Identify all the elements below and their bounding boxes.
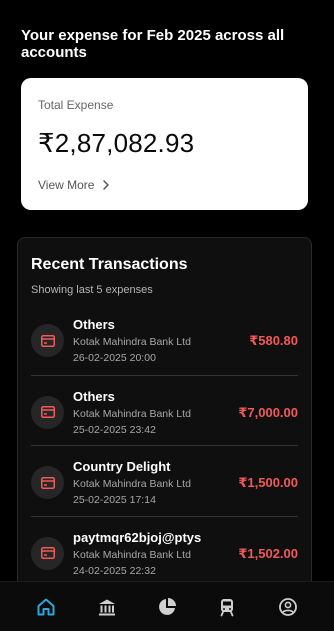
transaction-name: Country Delight (73, 459, 171, 474)
transaction-date: 26-02-2025 20:00 (73, 352, 156, 364)
recent-transactions-card: Recent Transactions Showing last 5 expen… (17, 237, 312, 597)
transaction-amount: ₹7,000.00 (238, 404, 298, 420)
transaction-bank: Kotak Mahindra Bank Ltd (73, 478, 191, 490)
transaction-name: Others (73, 388, 115, 404)
transaction-bank: Kotak Mahindra Bank Ltd (73, 548, 191, 561)
view-more-link[interactable]: View More (38, 178, 110, 192)
transaction-name: paytmqr62bjoj@ptys (73, 529, 202, 545)
nav-bank[interactable] (94, 594, 120, 620)
transaction-row[interactable]: Others Kotak Mahindra Bank Ltd 26-02-202… (31, 304, 298, 375)
transaction-date: 24-02-2025 22:32 (73, 564, 156, 577)
card-icon (31, 324, 64, 357)
nav-profile[interactable] (275, 594, 301, 620)
transaction-name: Others (73, 317, 115, 332)
train-icon (220, 598, 234, 616)
pie-chart-icon (159, 597, 176, 615)
transaction-date: 25-02-2025 23:42 (73, 423, 156, 436)
transaction-amount: ₹1,500.00 (238, 475, 298, 490)
nav-home[interactable] (33, 594, 59, 620)
transaction-date: 25-02-2025 17:14 (73, 494, 156, 506)
transaction-amount: ₹580.80 (249, 333, 298, 348)
page-heading: Your expense for Feb 2025 across all acc… (21, 27, 285, 61)
total-expense-label: Total Expense (38, 98, 114, 112)
card-icon (31, 395, 64, 429)
home-icon (37, 598, 55, 615)
recent-transactions-subtitle: Showing last 5 expenses (31, 284, 153, 296)
view-more-label: View More (38, 178, 95, 192)
transaction-bank: Kotak Mahindra Bank Ltd (73, 336, 191, 348)
total-expense-amount: ₹2,87,082.93 (38, 128, 195, 158)
transaction-row[interactable]: paytmqr62bjoj@ptys Kotak Mahindra Bank L… (31, 515, 298, 587)
chevron-right-icon (103, 180, 110, 190)
card-icon (31, 466, 64, 499)
transaction-amount: ₹1,502.00 (238, 545, 298, 561)
transaction-row[interactable]: Country Delight Kotak Mahindra Bank Ltd … (31, 445, 298, 516)
nav-analytics[interactable] (154, 594, 180, 620)
transaction-list: Others Kotak Mahindra Bank Ltd 26-02-202… (18, 304, 311, 586)
profile-icon (278, 597, 297, 616)
card-icon (31, 536, 64, 570)
total-expense-card: Total Expense ₹2,87,082.93 View More (21, 78, 308, 210)
transaction-bank: Kotak Mahindra Bank Ltd (73, 407, 191, 420)
transaction-row[interactable]: Others Kotak Mahindra Bank Ltd 25-02-202… (31, 374, 298, 446)
nav-travel[interactable] (214, 594, 240, 620)
bottom-navigation (0, 581, 334, 631)
bank-icon (98, 599, 115, 615)
recent-transactions-title: Recent Transactions (31, 256, 188, 273)
